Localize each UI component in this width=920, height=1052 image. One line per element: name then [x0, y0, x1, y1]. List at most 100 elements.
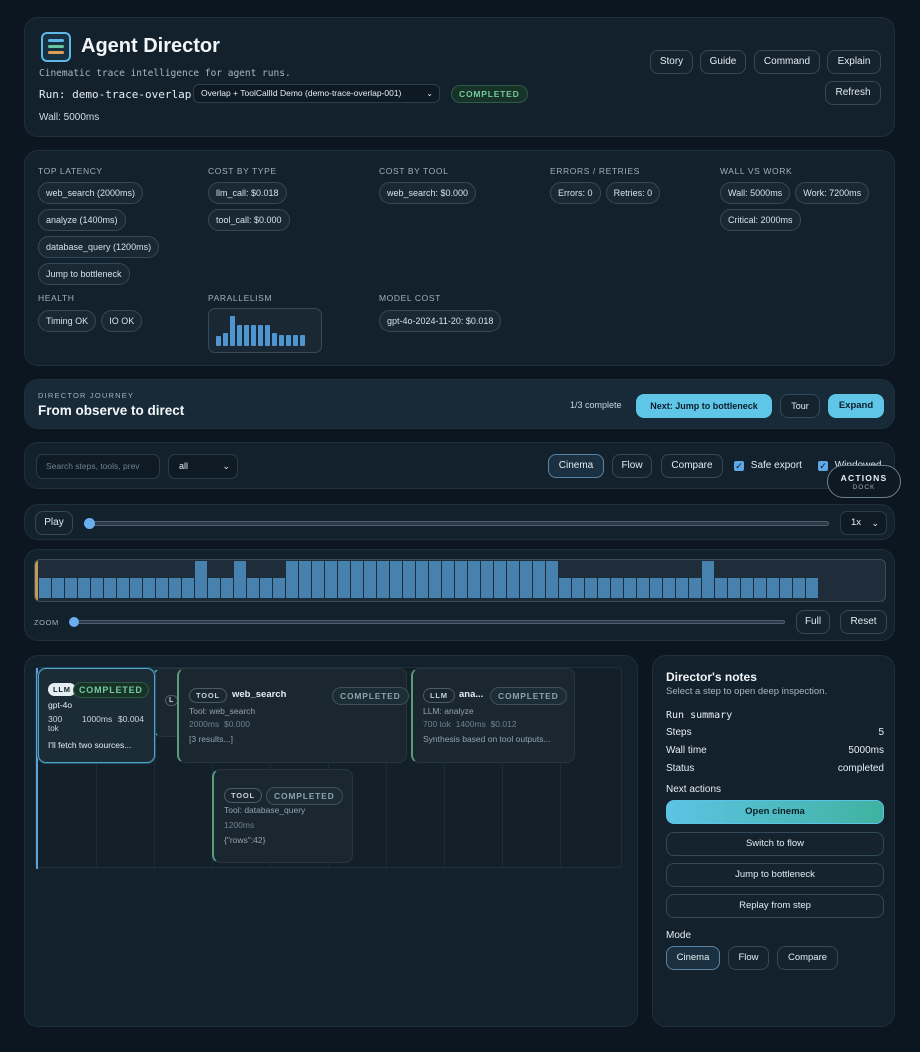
minimap-bar [234, 561, 246, 598]
summary-row-status: Status completed [666, 763, 884, 774]
minimap-bar [403, 561, 415, 598]
step-card-web-search[interactable]: TOOL web_search COMPLETED Tool: web_sear… [177, 668, 409, 763]
minimap-window-handle[interactable] [35, 560, 38, 601]
play-button[interactable]: Play [35, 511, 73, 535]
actions-dock-button[interactable]: ACTIONS DOCK [827, 465, 901, 498]
cinema-view-button[interactable]: Cinema [548, 454, 604, 478]
speed-select-value: 1x [851, 517, 862, 528]
cost-web-search: web_search: $0.000 [379, 182, 477, 204]
mode-cinema-button[interactable]: Cinema [666, 946, 720, 970]
cost-by-tool-label: COST BY TOOL [379, 166, 449, 176]
minimap-bar [611, 578, 623, 598]
zoom-full-button[interactable]: Full [796, 610, 830, 634]
minimap-bar [143, 578, 155, 598]
work-chip: Work: 7200ms [795, 182, 870, 204]
step-type-badge: LLM [48, 683, 76, 696]
retries-count: Retries: 0 [605, 182, 661, 204]
minimap-bar [390, 561, 402, 598]
app-logo-icon [41, 32, 71, 62]
notes-subtitle: Select a step to open deep inspection. [666, 686, 828, 697]
journey-progress: 1/3 complete [570, 400, 622, 410]
jump-to-bottleneck-chip[interactable]: Jump to bottleneck [38, 263, 130, 285]
zoom-slider-handle[interactable] [69, 617, 79, 627]
cost-by-type-label: COST BY TYPE [208, 166, 277, 176]
journey-panel: DIRECTOR JOURNEY From observe to direct … [24, 379, 895, 429]
refresh-button[interactable]: Refresh [825, 81, 881, 105]
minimap-bar [728, 578, 740, 598]
errors-count: Errors: 0 [550, 182, 601, 204]
mode-compare-button[interactable]: Compare [777, 946, 838, 970]
compare-view-button[interactable]: Compare [661, 454, 723, 478]
minimap-bar [624, 578, 636, 598]
step-status-badge: COMPLETED [73, 682, 149, 698]
actions-dock-title: ACTIONS [840, 473, 888, 483]
minimap-bar [780, 578, 792, 598]
step-preview: {"rows":42} [224, 835, 266, 845]
minimap-bar [793, 578, 805, 598]
next-step-button[interactable]: Next: Jump to bottleneck [636, 394, 772, 418]
playback-slider-handle[interactable] [84, 518, 95, 529]
minimap-bar [247, 578, 259, 598]
journey-eyebrow: DIRECTOR JOURNEY [38, 391, 135, 400]
switch-to-flow-button[interactable]: Switch to flow [666, 832, 884, 856]
playback-slider[interactable] [84, 518, 829, 529]
latency-web-search[interactable]: web_search (2000ms) [38, 182, 144, 204]
flow-view-button[interactable]: Flow [612, 454, 652, 478]
minimap-bar [156, 578, 168, 598]
minimap-bar [689, 578, 701, 598]
latency-database-query[interactable]: database_query (1200ms) [38, 236, 160, 258]
parallelism-bar [293, 335, 298, 346]
safe-export-toggle[interactable]: ✓ Safe export [734, 460, 802, 471]
explain-button[interactable]: Explain [827, 50, 881, 74]
parallelism-bar [237, 325, 242, 346]
run-label: Run: demo-trace-overlap-001 [39, 88, 218, 101]
step-card-analyze[interactable]: LLM ana... COMPLETED LLM: analyze 700 to… [411, 668, 575, 763]
minimap-bar [273, 578, 285, 598]
type-select[interactable]: all ⌄ [168, 454, 238, 479]
step-preview: [3 results...] [189, 734, 233, 744]
mode-flow-button[interactable]: Flow [728, 946, 769, 970]
open-cinema-button[interactable]: Open cinema [666, 800, 884, 824]
minimap-bar [507, 561, 519, 598]
summary-row-wall: Wall time 5000ms [666, 745, 884, 756]
step-token-unit: tok [48, 724, 59, 733]
minimap-track[interactable] [34, 559, 886, 602]
story-button[interactable]: Story [650, 50, 693, 74]
minimap-bar [429, 561, 441, 598]
top-latency-label: TOP LATENCY [38, 166, 103, 176]
notes-title: Director's notes [666, 670, 757, 684]
jump-to-bottleneck-button[interactable]: Jump to bottleneck [666, 863, 884, 887]
wall-time: Wall: 5000ms [39, 112, 100, 123]
step-card-database-query[interactable]: TOOL COMPLETED Tool: database_query 1200… [212, 769, 353, 863]
minimap-bar [325, 561, 337, 598]
minimap-bar [715, 578, 727, 598]
timeline-panel: L TOOL web_search COMPLETED Tool: web_se… [24, 655, 638, 1027]
step-status-badge: COMPLETED [332, 687, 409, 705]
health-label: HEALTH [38, 293, 75, 303]
replay-from-step-button[interactable]: Replay from step [666, 894, 884, 918]
minimap-bar [468, 561, 480, 598]
critical-chip: Critical: 2000ms [720, 209, 801, 231]
minimap-bar [104, 578, 116, 598]
minimap-bar [78, 578, 90, 598]
expand-button[interactable]: Expand [828, 394, 884, 418]
step-tool-name: Tool: web_search [189, 706, 256, 716]
search-input[interactable]: Search steps, tools, prev [36, 454, 160, 479]
tour-button[interactable]: Tour [780, 394, 820, 418]
command-button[interactable]: Command [754, 50, 820, 74]
guide-button[interactable]: Guide [700, 50, 746, 74]
minimap-bar [676, 578, 688, 598]
step-card-llm-selected[interactable]: LLM COMPLETED gpt-4o 300 tok 1000ms $0.0… [38, 668, 155, 763]
run-select[interactable]: Overlap + ToolCallId Demo (demo-trace-ov… [193, 84, 440, 103]
speed-select[interactable]: 1x ⌄ [840, 511, 887, 535]
minimap-bar [650, 578, 662, 598]
minimap-bar [299, 561, 311, 598]
step-meta: 700 tok 1400ms $0.012 [423, 719, 517, 729]
latency-analyze[interactable]: analyze (1400ms) [38, 209, 126, 231]
mode-label: Mode [666, 930, 692, 941]
page-subtitle: Cinematic trace intelligence for agent r… [39, 68, 291, 79]
zoom-reset-button[interactable]: Reset [840, 610, 887, 634]
zoom-slider[interactable] [69, 617, 785, 627]
minimap-bar [312, 561, 324, 598]
minimap-bar [806, 578, 818, 598]
